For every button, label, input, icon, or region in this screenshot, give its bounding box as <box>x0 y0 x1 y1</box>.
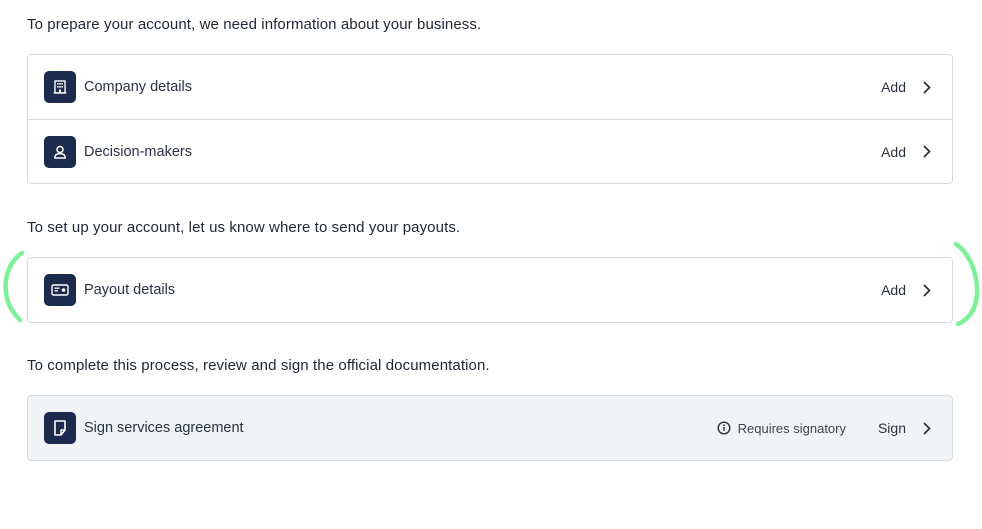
sign-agreement-label: Sign services agreement <box>84 420 244 436</box>
bank-card-icon <box>44 274 76 306</box>
company-details-row[interactable]: Company details Add <box>28 55 952 119</box>
documentation-card: Sign services agreement Requires signato… <box>27 395 953 461</box>
info-icon <box>717 421 731 435</box>
payouts-card: Payout details Add <box>27 257 953 323</box>
business-info-heading: To prepare your account, we need informa… <box>27 16 482 33</box>
sign-button[interactable]: Sign <box>878 420 906 436</box>
chevron-right-icon <box>920 145 934 159</box>
decision-makers-add-button[interactable]: Add <box>881 144 906 160</box>
requires-signatory-note: Requires signatory <box>717 421 846 436</box>
company-details-add-button[interactable]: Add <box>881 79 906 95</box>
payout-details-add-button[interactable]: Add <box>881 282 906 298</box>
chevron-right-icon <box>920 80 934 94</box>
business-info-card: Company details Add Decision-makers Add <box>27 54 953 184</box>
decision-makers-row[interactable]: Decision-makers Add <box>28 119 952 183</box>
sign-agreement-row[interactable]: Sign services agreement Requires signato… <box>28 396 952 460</box>
chevron-right-icon <box>920 283 934 297</box>
person-icon <box>44 136 76 168</box>
left-bracket-annotation <box>3 250 25 323</box>
documentation-heading: To complete this process, review and sig… <box>27 357 490 374</box>
chevron-right-icon <box>920 421 934 435</box>
company-details-label: Company details <box>84 79 192 95</box>
building-icon <box>44 71 76 103</box>
payout-details-label: Payout details <box>84 282 176 298</box>
right-bracket-annotation <box>953 241 980 327</box>
requires-signatory-text: Requires signatory <box>737 420 846 436</box>
payout-details-row[interactable]: Payout details Add <box>28 258 952 322</box>
document-icon <box>44 412 76 444</box>
payouts-heading: To set up your account, let us know wher… <box>27 219 461 236</box>
decision-makers-label: Decision-makers <box>84 143 192 160</box>
